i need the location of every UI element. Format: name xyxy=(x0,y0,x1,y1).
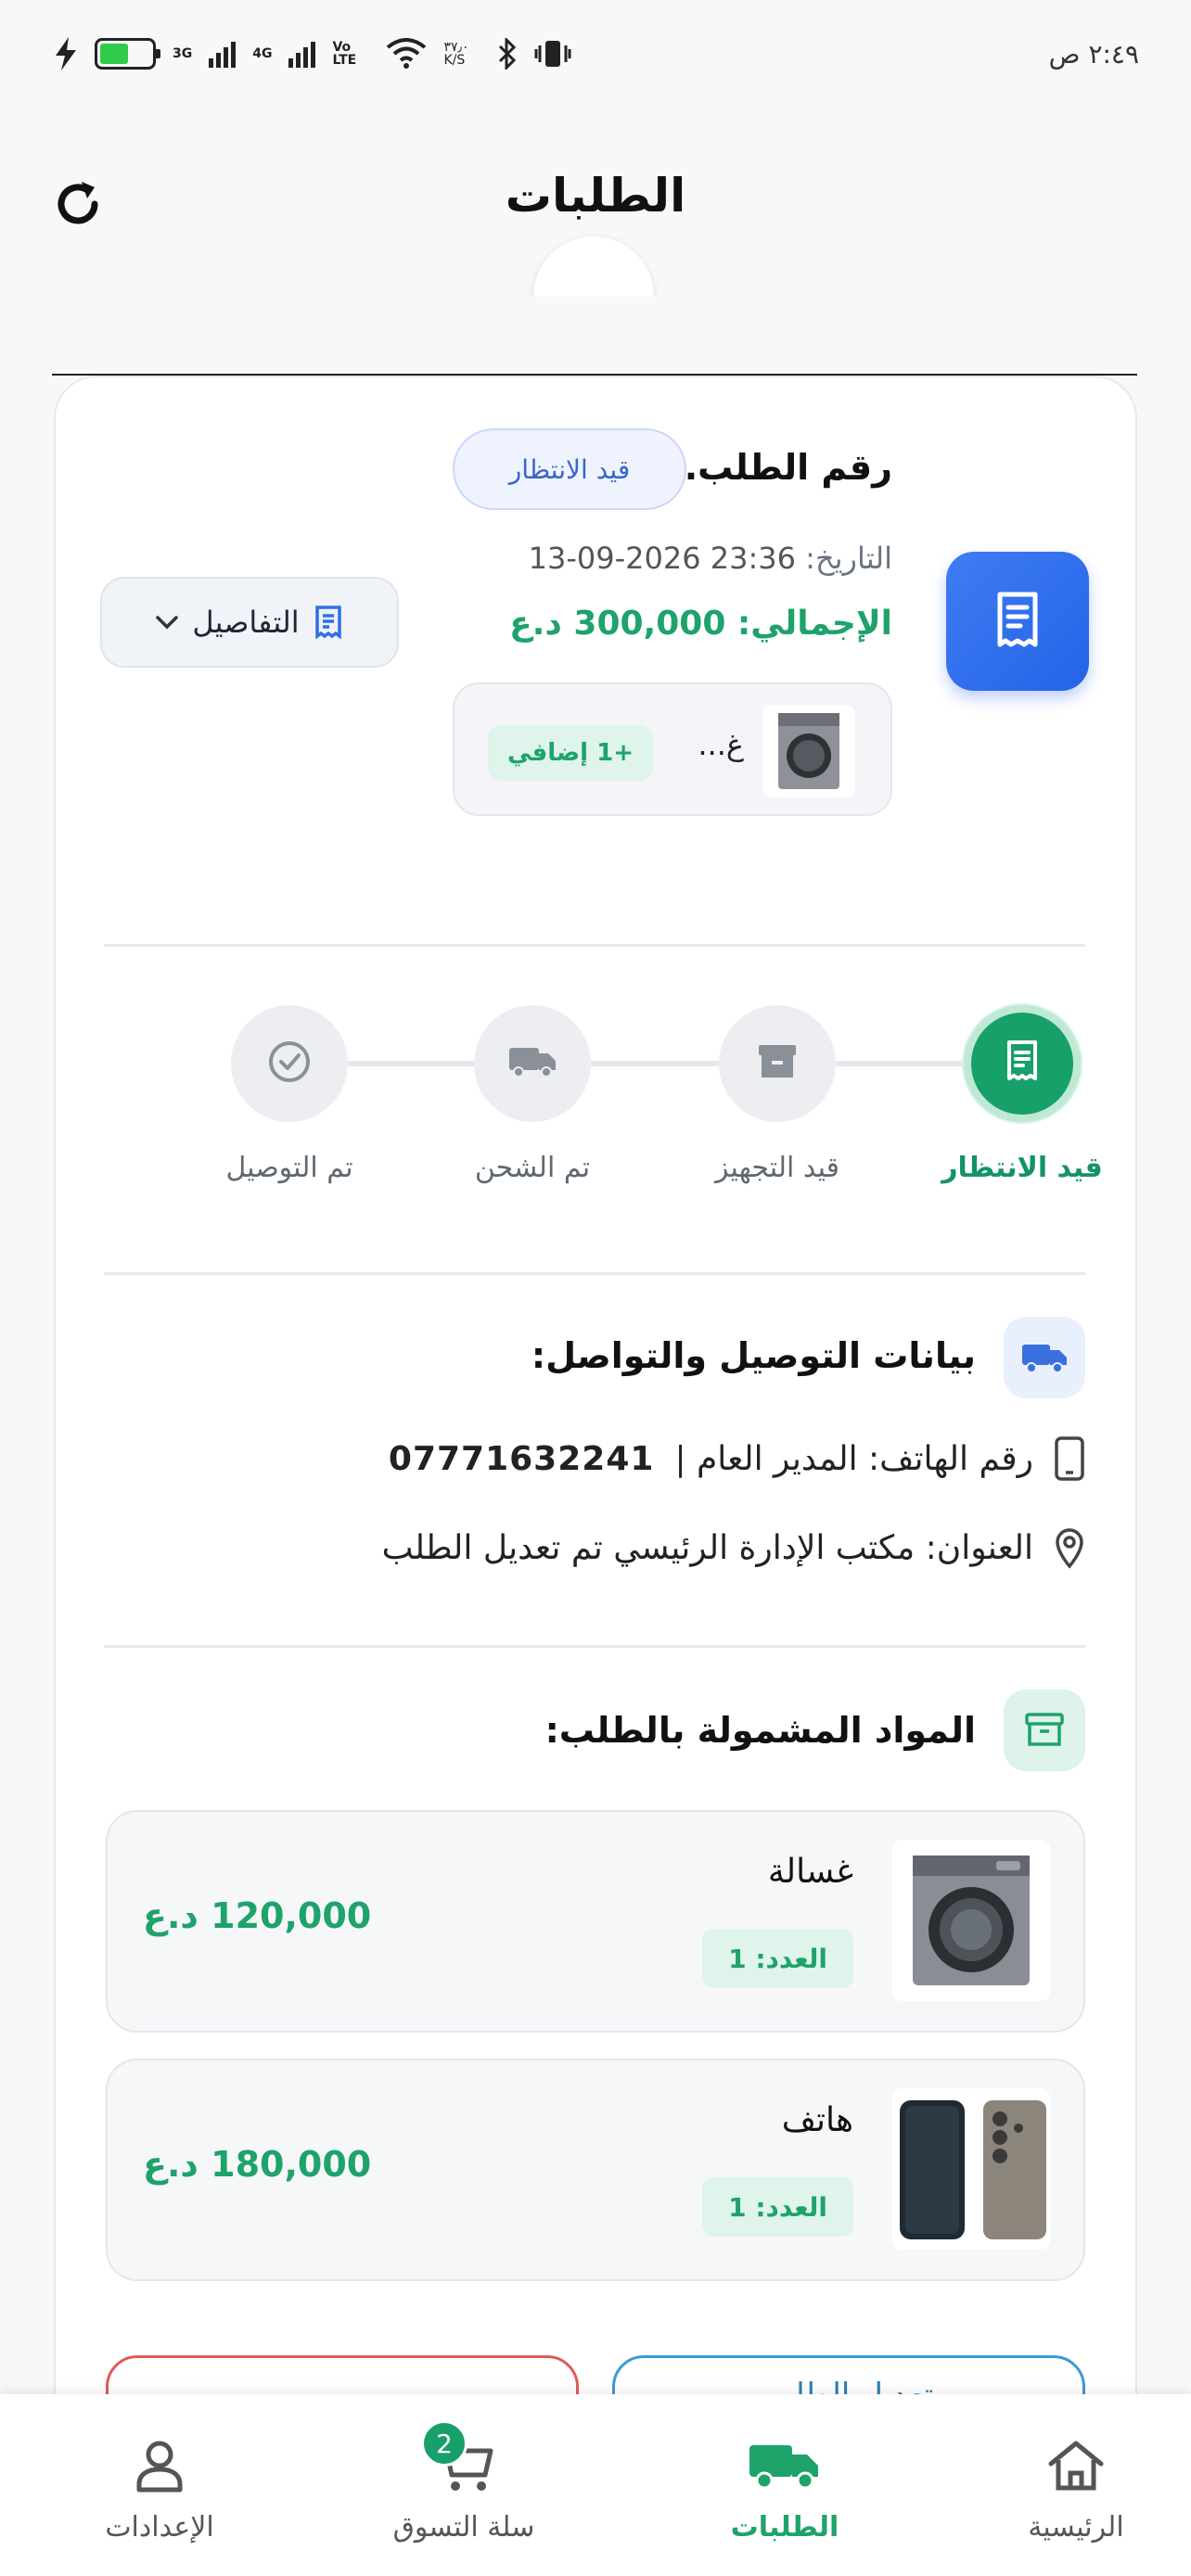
truck-icon xyxy=(749,2445,818,2490)
order-total: الإجمالي: 300,000 د.ع xyxy=(509,605,892,643)
details-label: التفاصيل xyxy=(192,605,300,640)
order-item-card[interactable]: غسالة العدد: 1 120,000 د.ع xyxy=(106,1810,1085,2033)
battery-icon xyxy=(95,38,160,70)
item-price: 120,000 د.ع xyxy=(143,1895,372,1936)
item-name: هاتف xyxy=(781,2101,853,2139)
chevron-down-icon xyxy=(156,616,179,630)
order-number: رقم الطلب... xyxy=(657,447,892,488)
washing-machine-thumbnail xyxy=(762,705,855,797)
phone-row: رقم الهاتف: المدير العام | 07771632241 xyxy=(389,1435,1085,1482)
preview-item-name: غ... xyxy=(698,727,744,762)
check-circle-icon xyxy=(266,1039,313,1089)
items-section-icon xyxy=(1004,1690,1085,1771)
item-price: 180,000 د.ع xyxy=(143,2144,372,2185)
volte-label: Vo LTE xyxy=(332,40,357,68)
order-date: التاريخ: 13-09-2026 23:36 xyxy=(529,541,892,576)
clock: ٢:٤٩ ص xyxy=(1048,39,1139,70)
vibrate-icon xyxy=(534,41,571,67)
divider xyxy=(104,1645,1085,1648)
phone-number: 07771632241 xyxy=(388,1439,655,1478)
tracker-step-3 xyxy=(474,1005,591,1122)
order-item-card[interactable]: هاتف العدد: 1 180,000 د.ع xyxy=(106,2059,1085,2281)
delivery-section-icon xyxy=(1004,1317,1085,1398)
network-3g-label: 3G xyxy=(173,46,193,61)
network-speed: ٣٧٫٠ K/S xyxy=(443,40,469,68)
charging-icon xyxy=(56,37,76,70)
phone-icon xyxy=(1055,1436,1084,1481)
network-4g-label: 4G xyxy=(252,46,273,61)
details-button[interactable]: التفاصيل xyxy=(100,577,399,668)
tracker-step-label: قيد التجهيز xyxy=(714,1152,839,1184)
address-row: العنوان: مكتب الإدارة الرئيسي تم تعديل ا… xyxy=(382,1526,1085,1569)
nav-orders[interactable]: الطلبات xyxy=(692,2394,877,2576)
archive-box-icon xyxy=(756,1042,799,1085)
status-icons: 3G 4G Vo LTE ٣٧٫٠ K/S xyxy=(54,37,571,70)
item-name: غسالة xyxy=(767,1853,853,1891)
archive-box-icon xyxy=(1025,1713,1064,1746)
item-quantity-badge: العدد: 1 xyxy=(702,1929,853,1988)
order-date-value: 13-09-2026 23:36 xyxy=(528,541,796,576)
refresh-icon xyxy=(58,182,98,224)
tracker-step-label: قيد الانتظار xyxy=(941,1152,1103,1184)
bluetooth-icon xyxy=(499,38,517,70)
tracker-step-1 xyxy=(964,1005,1081,1122)
status-bar: 3G 4G Vo LTE ٣٧٫٠ K/S ٢:٤٩ ص xyxy=(0,0,1191,121)
order-status-badge: قيد الانتظار xyxy=(453,428,686,510)
refresh-button[interactable] xyxy=(48,174,108,234)
nav-cart[interactable]: 2 سلة التسوق xyxy=(352,2394,575,2576)
nav-orders-label: الطلبات xyxy=(730,2511,839,2544)
delivery-section-title: بيانات التوصيل والتواصل: xyxy=(531,1335,976,1376)
tracker-step-2 xyxy=(719,1005,836,1122)
truck-icon xyxy=(507,1044,557,1083)
tracker-step-4 xyxy=(231,1005,348,1122)
signal-4g-icon xyxy=(288,40,316,68)
receipt-icon xyxy=(1002,1039,1043,1088)
extra-items-badge: +1 إضافي xyxy=(488,725,653,781)
page-title: الطلبات xyxy=(505,169,686,223)
tracker-step-label: تم التوصيل xyxy=(225,1152,353,1184)
nav-settings-label: الإعدادات xyxy=(105,2511,214,2544)
cart-count-badge: 2 xyxy=(421,2420,467,2467)
order-items-preview[interactable]: غ... +1 إضافي xyxy=(453,682,892,816)
tracker-step-label: تم الشحن xyxy=(474,1152,591,1184)
nav-cart-label: سلة التسوق xyxy=(392,2511,535,2544)
bottom-navigation: الرئيسية الطلبات 2 سلة التسوق الإعدادات xyxy=(0,2394,1191,2576)
user-icon xyxy=(136,2441,183,2493)
order-date-label: التاريخ: xyxy=(805,541,892,576)
washing-machine-image xyxy=(892,1840,1050,2001)
divider xyxy=(104,1272,1085,1275)
home-icon xyxy=(1048,2441,1104,2491)
item-quantity-badge: العدد: 1 xyxy=(702,2177,853,2237)
order-receipt-badge xyxy=(946,552,1089,691)
nav-settings[interactable]: الإعدادات xyxy=(58,2394,262,2576)
phones-image xyxy=(892,2088,1050,2250)
divider xyxy=(104,944,1085,947)
location-pin-icon xyxy=(1056,1528,1083,1569)
truck-icon xyxy=(1022,1345,1067,1373)
signal-3g-icon xyxy=(209,40,237,68)
nav-home[interactable]: الرئيسية xyxy=(983,2394,1169,2576)
phone-label: رقم الهاتف: المدير العام | xyxy=(674,1439,1033,1478)
address-text: العنوان: مكتب الإدارة الرئيسي تم تعديل ا… xyxy=(381,1528,1033,1567)
nav-home-label: الرئيسية xyxy=(1028,2511,1124,2544)
items-section-title: المواد المشمولة بالطلب: xyxy=(544,1710,976,1751)
receipt-small-icon xyxy=(314,606,341,639)
receipt-icon xyxy=(997,592,1038,647)
wifi-icon xyxy=(387,38,427,69)
